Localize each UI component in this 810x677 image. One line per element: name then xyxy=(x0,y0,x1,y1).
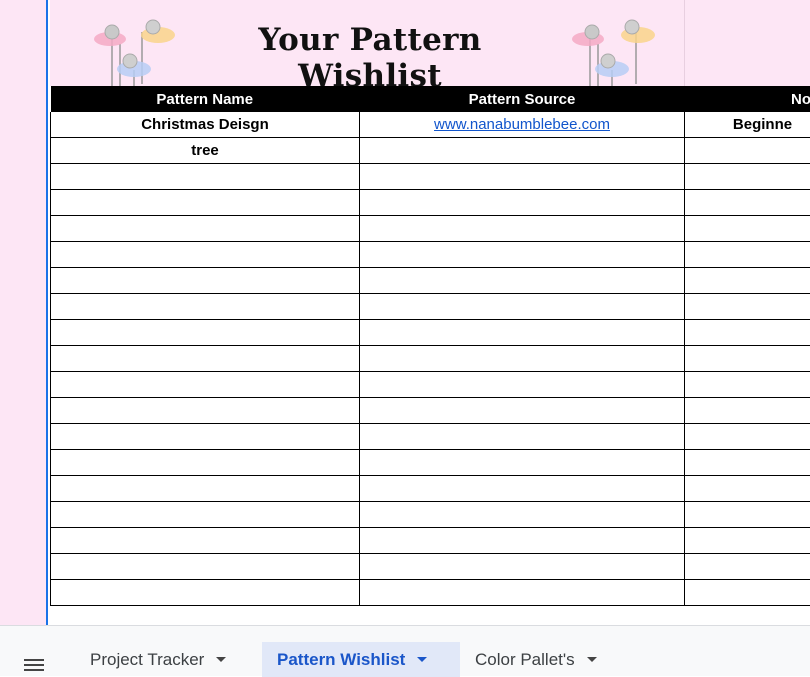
pattern-name-cell[interactable] xyxy=(51,398,360,424)
pattern-source-cell[interactable] xyxy=(360,450,685,476)
tab-label: Project Tracker xyxy=(90,650,204,670)
notes-cell[interactable] xyxy=(685,190,810,216)
notes-cell[interactable] xyxy=(685,476,810,502)
pattern-name-cell[interactable] xyxy=(51,346,360,372)
pattern-source-cell[interactable] xyxy=(360,554,685,580)
tab-label: Pattern Wishlist xyxy=(277,650,405,670)
pattern-source-link[interactable]: www.nanabumblebee.com xyxy=(434,116,610,133)
pattern-source-cell[interactable] xyxy=(360,216,685,242)
table-row: Christmas Deisgn www.nanabumblebee.com Beg… xyxy=(51,112,810,138)
pattern-name-cell[interactable] xyxy=(51,450,360,476)
table-row xyxy=(51,164,810,190)
table-row xyxy=(51,242,810,268)
notes-cell[interactable] xyxy=(685,164,810,190)
pattern-source-cell[interactable] xyxy=(360,242,685,268)
table-row xyxy=(51,502,810,528)
column-header[interactable]: No xyxy=(685,86,810,112)
pattern-name-cell[interactable] xyxy=(51,424,360,450)
table-row xyxy=(51,398,810,424)
pattern-name-cell[interactable] xyxy=(51,294,360,320)
pattern-name-cell[interactable] xyxy=(51,528,360,554)
hamburger-menu-icon[interactable] xyxy=(24,659,44,673)
tab-project-tracker[interactable]: Project Tracker xyxy=(75,642,241,677)
pattern-name-cell[interactable] xyxy=(51,580,360,606)
table-row xyxy=(51,476,810,502)
notes-cell[interactable] xyxy=(685,450,810,476)
notes-cell[interactable] xyxy=(685,138,810,164)
table-row xyxy=(51,372,810,398)
chevron-down-icon[interactable] xyxy=(417,657,427,662)
notes-cell[interactable] xyxy=(685,320,810,346)
notes-cell[interactable] xyxy=(685,294,810,320)
yarn-flowers-decoration xyxy=(568,14,660,90)
column-header[interactable]: Pattern Name xyxy=(51,86,360,112)
page-title: Your Pattern Wishlist xyxy=(205,22,535,94)
table-row xyxy=(51,554,810,580)
table-row xyxy=(51,346,810,372)
notes-cell[interactable] xyxy=(685,372,810,398)
pattern-source-cell[interactable] xyxy=(360,398,685,424)
table-header-row: Pattern Name Pattern Source No xyxy=(51,86,810,112)
table-row xyxy=(51,320,810,346)
yarn-flowers-decoration xyxy=(90,14,182,90)
notes-cell[interactable]: Beginne xyxy=(685,112,810,138)
pattern-source-cell[interactable] xyxy=(360,580,685,606)
table-row xyxy=(51,528,810,554)
pattern-source-cell[interactable] xyxy=(360,164,685,190)
tab-label: Color Pallet's xyxy=(475,650,575,670)
pattern-name-cell[interactable]: tree xyxy=(51,138,360,164)
tab-pattern-wishlist[interactable]: Pattern Wishlist xyxy=(262,642,460,677)
header-banner: Your Pattern Wishlist xyxy=(50,0,810,86)
pattern-source-cell[interactable] xyxy=(360,528,685,554)
chevron-down-icon[interactable] xyxy=(216,657,226,662)
pattern-name-cell[interactable] xyxy=(51,476,360,502)
notes-cell[interactable] xyxy=(685,554,810,580)
pattern-source-cell[interactable] xyxy=(360,476,685,502)
table-row xyxy=(51,268,810,294)
notes-cell[interactable] xyxy=(685,346,810,372)
column-header[interactable]: Pattern Source xyxy=(360,86,685,112)
pattern-source-cell[interactable] xyxy=(360,190,685,216)
pattern-name-cell[interactable] xyxy=(51,320,360,346)
notes-cell[interactable] xyxy=(685,398,810,424)
table-row xyxy=(51,424,810,450)
pattern-name-cell[interactable] xyxy=(51,216,360,242)
notes-cell[interactable] xyxy=(685,580,810,606)
pattern-source-cell[interactable] xyxy=(360,268,685,294)
pattern-source-cell[interactable] xyxy=(360,372,685,398)
pattern-source-cell[interactable]: www.nanabumblebee.com xyxy=(360,112,685,138)
table-row xyxy=(51,216,810,242)
pattern-name-cell[interactable] xyxy=(51,502,360,528)
chevron-down-icon[interactable] xyxy=(587,657,597,662)
pattern-source-cell[interactable] xyxy=(360,502,685,528)
pattern-name-cell[interactable]: Christmas Deisgn xyxy=(51,112,360,138)
row-header-pane xyxy=(0,0,48,625)
wishlist-table: Pattern Name Pattern Source No Christmas… xyxy=(50,86,810,606)
notes-cell[interactable] xyxy=(685,502,810,528)
pattern-source-cell[interactable] xyxy=(360,424,685,450)
table-row xyxy=(51,294,810,320)
notes-cell[interactable] xyxy=(685,268,810,294)
pattern-source-cell[interactable] xyxy=(360,320,685,346)
sheet-tab-bar: Project Tracker Pattern Wishlist Color P… xyxy=(0,625,810,676)
table-row xyxy=(51,190,810,216)
pattern-name-cell[interactable] xyxy=(51,190,360,216)
pattern-name-cell[interactable] xyxy=(51,242,360,268)
notes-cell[interactable] xyxy=(685,216,810,242)
tab-color-pallets[interactable]: Color Pallet's xyxy=(460,642,612,677)
notes-cell[interactable] xyxy=(685,424,810,450)
pattern-name-cell[interactable] xyxy=(51,268,360,294)
notes-cell[interactable] xyxy=(685,528,810,554)
pattern-name-cell[interactable] xyxy=(51,164,360,190)
pattern-name-cell[interactable] xyxy=(51,554,360,580)
column-divider xyxy=(684,0,685,86)
table-row xyxy=(51,450,810,476)
pattern-source-cell[interactable] xyxy=(360,138,685,164)
table-row xyxy=(51,580,810,606)
notes-cell[interactable] xyxy=(685,242,810,268)
pattern-source-cell[interactable] xyxy=(360,346,685,372)
pattern-source-cell[interactable] xyxy=(360,294,685,320)
pattern-name-cell[interactable] xyxy=(51,372,360,398)
table-row: tree xyxy=(51,138,810,164)
